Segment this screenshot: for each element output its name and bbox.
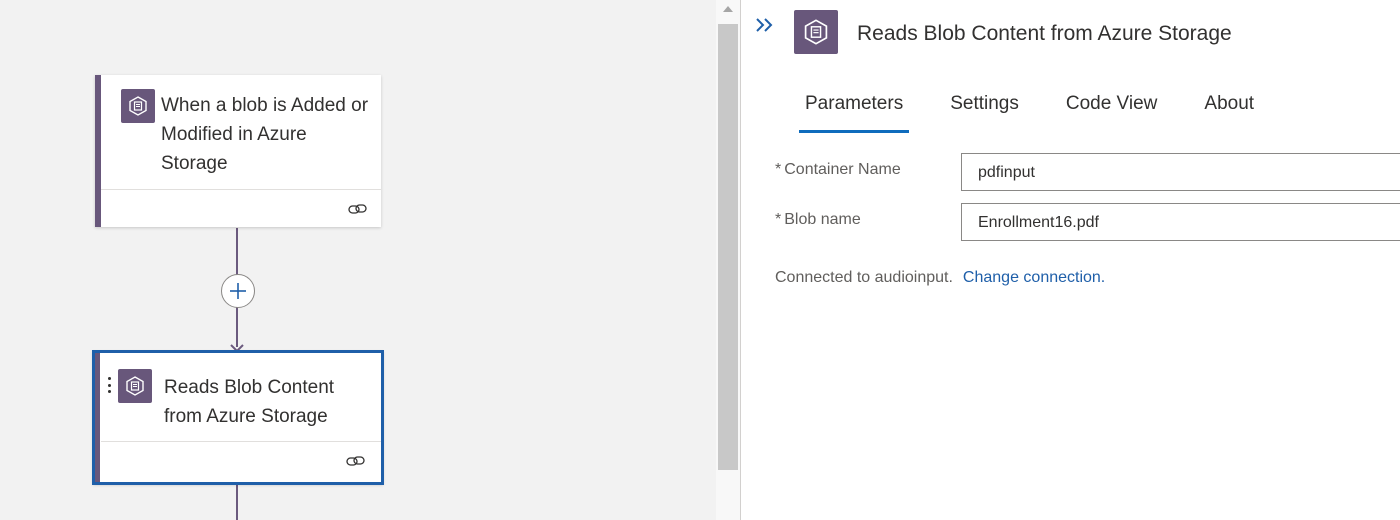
blob-name-label-text: Blob name (784, 211, 861, 228)
link-icon[interactable] (346, 455, 366, 467)
container-name-label: * Container Name (775, 161, 901, 179)
container-name-label-text: Container Name (784, 161, 901, 178)
trigger-card-title: When a blob is Added or Modified in Azur… (161, 95, 369, 174)
flow-connector (236, 305, 238, 347)
flow-connector (236, 484, 238, 520)
panel-title: Reads Blob Content from Azure Storage (857, 22, 1232, 45)
more-vertical-icon[interactable] (107, 377, 111, 393)
canvas-scrollbar[interactable] (716, 0, 740, 520)
blob-name-input[interactable] (961, 203, 1400, 241)
blob-storage-icon (121, 89, 155, 123)
change-connection-link[interactable]: Change connection. (963, 269, 1105, 286)
required-marker: * (775, 161, 782, 178)
connection-text: Connected to audioinput. (775, 269, 953, 286)
flow-connector (236, 228, 238, 276)
required-marker: * (775, 211, 782, 228)
action-card[interactable]: Reads Blob Content from Azure Storage (93, 351, 383, 484)
card-divider (101, 441, 381, 442)
blob-storage-icon (794, 10, 838, 54)
tab-about[interactable]: About (1198, 88, 1260, 134)
action-card-title: Reads Blob Content from Azure Storage (164, 377, 335, 427)
scroll-up-icon[interactable] (723, 6, 733, 12)
trigger-card[interactable]: When a blob is Added or Modified in Azur… (95, 75, 381, 227)
action-details-panel: Reads Blob Content from Azure Storage Pa… (740, 0, 1400, 520)
tab-settings[interactable]: Settings (944, 88, 1025, 134)
card-divider (101, 189, 381, 190)
tab-code-view[interactable]: Code View (1060, 88, 1164, 134)
double-chevron-right-icon[interactable] (754, 16, 776, 34)
tab-parameters[interactable]: Parameters (799, 88, 910, 134)
panel-tabs: Parameters Settings Code View About (799, 88, 1295, 134)
connection-status: Connected to audioinput. Change connectio… (775, 269, 1105, 287)
scrollbar-thumb[interactable] (718, 24, 738, 470)
blob-name-label: * Blob name (775, 211, 861, 229)
designer-canvas: When a blob is Added or Modified in Azur… (0, 0, 716, 520)
blob-storage-icon (118, 369, 152, 403)
add-step-button[interactable] (221, 274, 255, 308)
container-name-input[interactable] (961, 153, 1400, 191)
link-icon[interactable] (348, 203, 368, 215)
plus-icon (230, 283, 246, 299)
